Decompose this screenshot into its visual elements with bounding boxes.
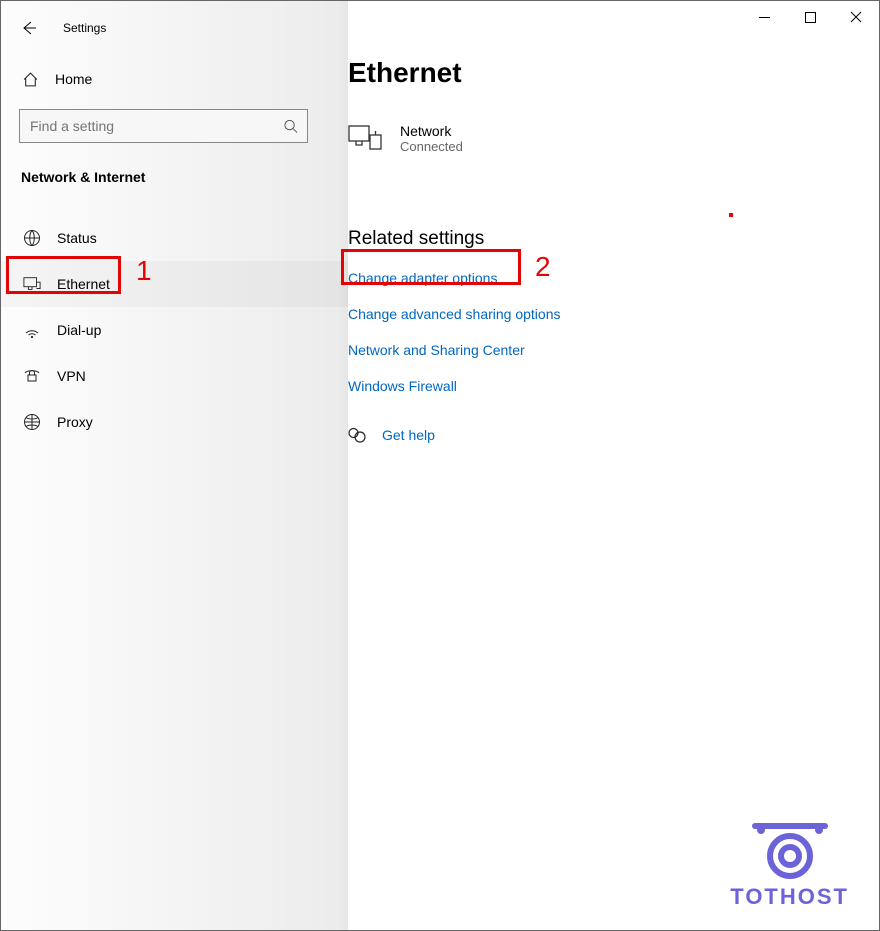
link-windows-firewall[interactable]: Windows Firewall <box>348 368 879 404</box>
red-dot-artifact <box>729 213 733 217</box>
title-bar: Settings <box>1 9 348 47</box>
home-label: Home <box>55 71 92 87</box>
window-controls <box>741 1 879 33</box>
watermark-logo: TOTHOST <box>730 820 849 910</box>
link-change-adapter-options[interactable]: Change adapter options <box>348 260 879 296</box>
sidebar: Settings Home Network & Internet <box>1 1 348 930</box>
get-help[interactable]: Get help <box>348 426 879 444</box>
sidebar-item-label: Ethernet <box>57 276 110 292</box>
minimize-icon <box>759 12 770 23</box>
sidebar-item-vpn[interactable]: VPN <box>1 353 348 399</box>
back-button[interactable] <box>19 18 39 38</box>
sidebar-item-label: Proxy <box>57 414 93 430</box>
sidebar-item-dialup[interactable]: Dial-up <box>1 307 348 353</box>
minimize-button[interactable] <box>741 1 787 33</box>
window-title: Settings <box>63 21 106 35</box>
close-icon <box>850 11 862 23</box>
dialup-icon <box>23 321 41 339</box>
search-input[interactable] <box>19 109 308 143</box>
sidebar-item-label: Status <box>57 230 97 246</box>
network-status: Connected <box>400 139 463 154</box>
sidebar-item-ethernet[interactable]: Ethernet <box>1 261 348 307</box>
ethernet-icon <box>23 275 41 293</box>
back-arrow-icon <box>21 20 37 36</box>
vpn-icon <box>23 367 41 385</box>
link-network-sharing-center[interactable]: Network and Sharing Center <box>348 332 879 368</box>
help-link-label: Get help <box>382 427 435 443</box>
sidebar-item-label: VPN <box>57 368 86 384</box>
watermark-text: TOTHOST <box>730 884 849 910</box>
sidebar-item-status[interactable]: Status <box>1 215 348 261</box>
network-monitor-icon <box>348 125 382 153</box>
sidebar-item-label: Dial-up <box>57 322 101 338</box>
network-name: Network <box>400 123 463 139</box>
proxy-icon <box>23 413 41 431</box>
maximize-button[interactable] <box>787 1 833 33</box>
network-item[interactable]: Network Connected <box>348 123 879 154</box>
status-icon <box>23 229 41 247</box>
link-change-advanced-sharing[interactable]: Change advanced sharing options <box>348 296 879 332</box>
main-content: Ethernet <box>348 1 879 930</box>
sidebar-item-proxy[interactable]: Proxy <box>1 399 348 445</box>
help-icon <box>348 426 366 444</box>
category-heading: Network & Internet <box>1 143 348 197</box>
page-title: Ethernet <box>348 57 879 89</box>
home-button[interactable]: Home <box>1 63 348 95</box>
search-box[interactable] <box>19 109 308 143</box>
home-icon <box>21 70 39 88</box>
settings-window: Settings Home Network & Internet <box>0 0 880 931</box>
close-button[interactable] <box>833 1 879 33</box>
maximize-icon <box>805 12 816 23</box>
related-settings-heading: Related settings <box>348 228 879 250</box>
